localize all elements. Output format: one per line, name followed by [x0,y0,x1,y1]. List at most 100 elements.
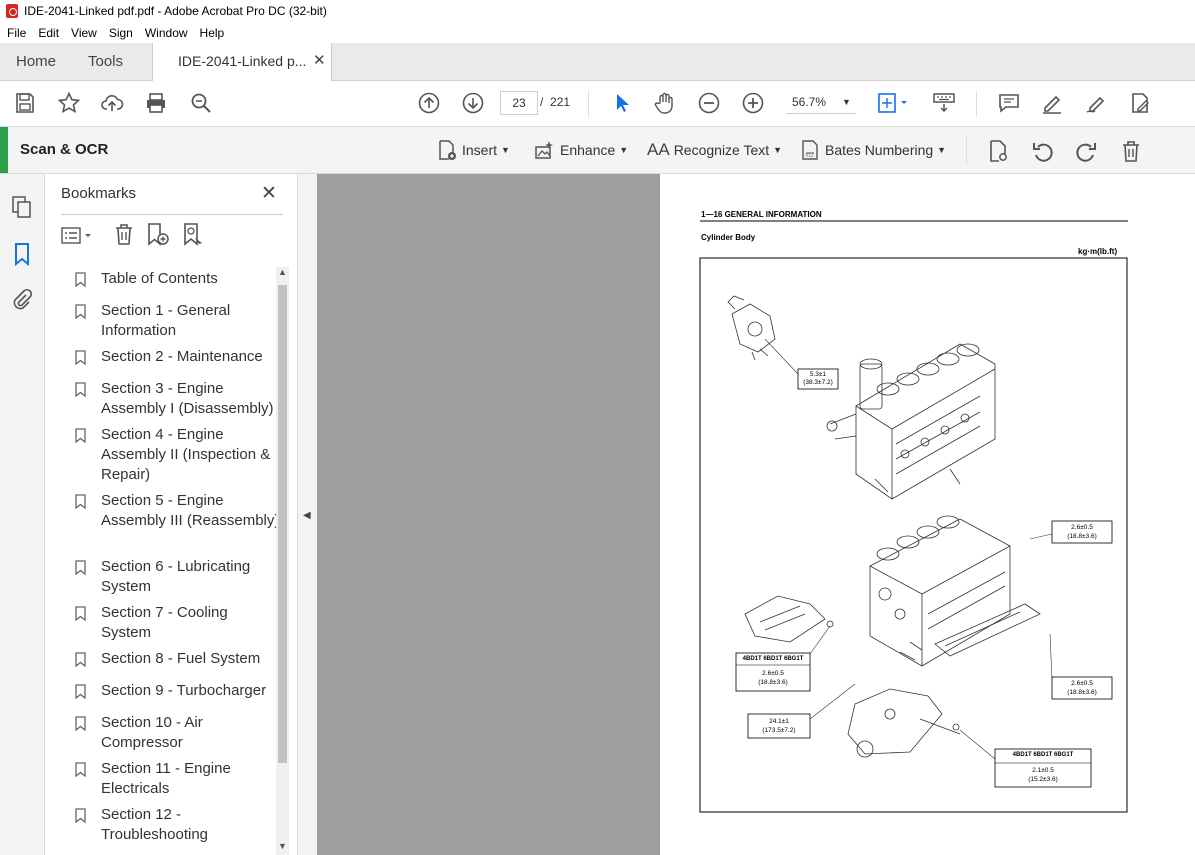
torque-value: 2.6±0.5 [762,670,784,677]
menu-help[interactable]: Help [200,26,225,40]
bookmark-label: Section 7 - Cooling System [101,604,228,641]
sign-pen-icon[interactable] [1084,91,1108,115]
hand-tool-icon[interactable] [653,91,677,115]
undo-icon[interactable] [1031,139,1055,163]
bookmark-icon [75,606,86,621]
bookmark-label: Section 3 - Engine Assembly I (Disassemb… [101,380,274,417]
next-page-icon[interactable] [461,91,485,115]
page-number-input[interactable]: 23 [500,91,538,115]
tab-document[interactable]: IDE-2041-Linked p... ✕ [152,43,332,81]
torque-value-imperial: (15.2±3.6) [1028,776,1058,783]
scan-ocr-toolbar: Scan & OCR Insert ▼ Enhance ▼ AA Recognize… [0,127,1195,174]
tab-bar: Home Tools IDE-2041-Linked p... ✕ [0,43,1195,81]
torque-value-imperial: (18.8±3.6) [1067,689,1097,696]
tab-tools[interactable]: Tools [88,43,123,80]
svg-text:012: 012 [806,153,815,159]
scrollbar-thumb[interactable] [278,285,287,763]
bookmark-icon [75,428,86,443]
panel-collapse-handle[interactable]: ◀ [297,174,317,855]
redo-icon[interactable] [1074,139,1098,163]
bookmark-label: Section 12 - Troubleshooting [101,806,209,843]
bookmarks-panel: Bookmarks ✕ Table of Contents Section 1 … [45,174,297,855]
save-icon[interactable] [13,91,37,115]
select-cursor-icon[interactable] [610,91,634,115]
bookmark-icon [75,494,86,509]
delete-bookmark-icon[interactable] [112,222,136,246]
tab-document-label: IDE-2041-Linked p... [178,53,307,69]
menu-edit[interactable]: Edit [38,26,59,40]
toolbar-divider [588,91,589,117]
recognize-text-label: Recognize Text [673,142,770,158]
window-title: IDE-2041-Linked pdf.pdf - Adobe Acrobat … [24,4,327,18]
torque-value: 5.3±1 [809,371,827,378]
pdf-page: 1—16 GENERAL INFORMATION Cylinder Body k… [660,174,1195,855]
menu-sign[interactable]: Sign [109,26,133,40]
close-panel-icon[interactable]: ✕ [261,182,277,205]
bookmark-label: Section 5 - Engine Assembly III (Reassem… [101,492,280,529]
print-icon[interactable] [144,91,168,115]
enhance-button[interactable]: Enhance ▼ [535,140,628,160]
scroll-up-icon[interactable]: ▲ [278,267,287,277]
bates-numbering-button[interactable]: 012 Bates Numbering ▼ [800,140,946,160]
delete-trash-icon[interactable] [1119,139,1143,163]
fit-page-icon[interactable] [876,91,912,115]
highlight-pen-icon[interactable] [1040,91,1064,115]
chevron-down-icon: ▼ [842,97,851,107]
menu-file[interactable]: File [7,26,26,40]
cloud-upload-icon[interactable] [100,91,124,115]
bookmark-label: Section 11 - Engine Electricals [101,760,231,797]
bookmark-label: Section 1 - General Information [101,302,231,339]
edit-pdf-icon[interactable] [1128,91,1152,115]
torque-value: 24.1±1 [769,718,789,725]
menu-bar: File Edit View Sign Window Help [0,22,1195,43]
chevron-down-icon: ▼ [773,145,783,155]
torque-value: 2.1±0.5 [1032,767,1054,774]
attachments-paperclip-icon[interactable] [10,288,34,312]
total-pages: 221 [550,95,571,109]
torque-models-6: 4BD1T 6BD1T 6BG1T [1012,752,1074,758]
recognize-text-button[interactable]: AA Recognize Text ▼ [647,140,782,160]
insert-page-icon [439,140,456,160]
comment-icon[interactable] [997,91,1021,115]
find-bookmark-icon[interactable] [181,222,205,246]
bookmark-label: Section 4 - Engine Assembly II (Inspecti… [101,426,271,483]
bookmarks-toolbar [61,222,283,250]
bookmarks-scrollbar[interactable]: ▲ ▼ [276,267,289,855]
new-bookmark-icon[interactable] [145,222,169,246]
bookmark-options-button[interactable] [61,225,95,247]
bookmark-icon [75,350,86,365]
bookmark-icon [75,684,86,699]
torque-label-5: 24.1±1 (173.5±7.2) [748,717,810,735]
chevron-down-icon: ▼ [501,145,510,155]
bookmark-icon [75,762,86,777]
zoom-level-select[interactable]: 56.7% ▼ [786,91,856,114]
keyboard-icon[interactable] [932,91,956,115]
menu-window[interactable]: Window [145,26,188,40]
zoom-out-icon[interactable] [697,91,721,115]
bookmark-label: Section 10 - Air Compressor [101,714,203,751]
page-thumbnails-icon[interactable] [10,195,34,219]
bookmark-icon [75,304,86,319]
star-icon[interactable] [57,91,81,115]
previous-page-icon[interactable] [417,91,441,115]
menu-view[interactable]: View [71,26,97,40]
find-zoom-icon[interactable] [189,91,213,115]
page-settings-icon[interactable] [986,139,1010,163]
page-units: kg·m(lb.ft) [1078,247,1118,256]
torque-value-imperial: (18.8±3.6) [758,679,788,686]
zoom-level-value: 56.7% [792,95,827,109]
chevron-down-icon: ▼ [937,145,947,155]
collapse-left-icon[interactable]: ◀ [303,510,311,521]
page-drawing [699,220,1128,813]
bookmarks-panel-icon[interactable] [10,242,34,267]
page-count: / 221 [540,95,570,109]
main-toolbar: 23 / 221 56.7% ▼ [0,81,1195,127]
zoom-in-icon[interactable] [741,91,765,115]
scroll-down-icon[interactable]: ▼ [278,841,287,851]
document-view[interactable]: 1—16 GENERAL INFORMATION Cylinder Body k… [317,174,1195,855]
insert-button[interactable]: Insert ▼ [437,140,510,160]
close-tab-icon[interactable]: ✕ [313,51,326,69]
torque-value-imperial: (173.5±7.2) [762,727,796,734]
tab-home[interactable]: Home [16,43,56,80]
torque-models-3: 4BD1T 6BD1T 6BG1T [742,656,804,662]
